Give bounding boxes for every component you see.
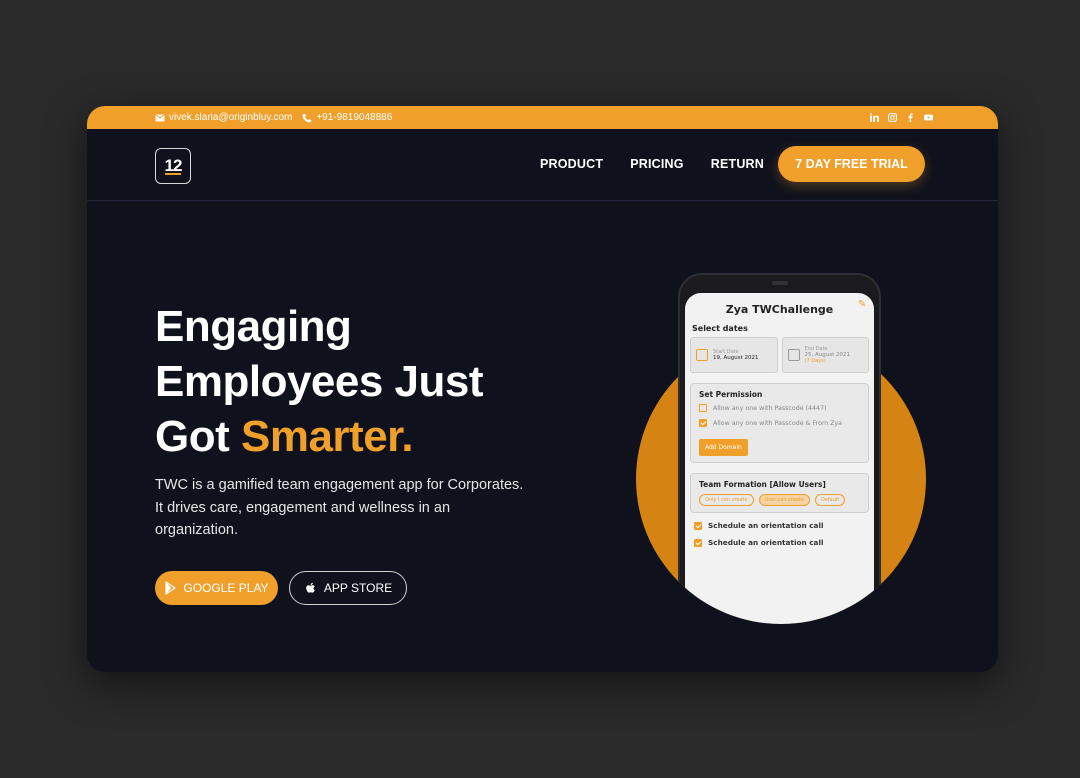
team-formation-title: Team Formation [Allow Users] xyxy=(699,480,826,489)
schedule-option-2[interactable]: Schedule an orientation call xyxy=(694,538,869,547)
pill-only-i-create[interactable]: Only I can create xyxy=(699,494,754,506)
logo-underline xyxy=(165,173,181,175)
google-play-button[interactable]: GOOGLE PLAY xyxy=(155,571,278,605)
start-date-value: 19, August 2021 xyxy=(713,355,759,361)
app-store-button[interactable]: APP STORE xyxy=(289,571,407,605)
challenge-title: Zya TWChallenge xyxy=(725,303,834,316)
brand-logo[interactable]: 12 xyxy=(155,148,191,184)
end-date-field[interactable]: End Date 25, August 2021 (7 Days) xyxy=(781,337,869,373)
youtube-icon[interactable] xyxy=(923,113,933,123)
team-options: Only I can create User can create Defaul… xyxy=(699,494,860,506)
headline-accent: Smarter. xyxy=(240,412,414,461)
social-links xyxy=(869,113,933,123)
top-contact-bar: vivek.slaria@originbluy.com +91-98190488… xyxy=(87,106,998,129)
end-date-note: (7 Days) xyxy=(804,358,826,364)
permission-option-1-label: Allow any one with Passcode (4447) xyxy=(713,404,827,412)
phone-icon xyxy=(302,113,312,122)
facebook-icon[interactable] xyxy=(905,113,915,123)
nav-product[interactable]: PRODUCT xyxy=(540,157,603,171)
pill-default[interactable]: Default xyxy=(815,494,846,506)
start-date-field[interactable]: Start Date 19, August 2021 xyxy=(690,337,778,373)
pill-user-create[interactable]: User can create xyxy=(758,494,810,506)
add-domain-button[interactable]: Add Domain xyxy=(699,439,748,456)
checkbox-checked[interactable] xyxy=(694,538,702,547)
permission-title: Set Permission xyxy=(699,390,763,399)
phone-speaker xyxy=(772,281,788,285)
permission-option-2-label: Allow any one with Passcode & From Zya xyxy=(713,419,843,427)
hero-headline: Engaging Employees Just Got Smarter. xyxy=(155,299,484,464)
checkbox-checked[interactable] xyxy=(699,419,707,427)
schedule-label-1: Schedule an orientation call xyxy=(708,521,824,530)
linkedin-icon[interactable] xyxy=(869,113,879,123)
headline-line-2: Employees Just xyxy=(155,357,484,406)
google-play-icon xyxy=(165,581,177,595)
calendar-icon xyxy=(787,349,800,361)
google-play-label: GOOGLE PLAY xyxy=(183,581,269,595)
team-formation-card: Team Formation [Allow Users] Only I can … xyxy=(690,473,869,513)
permission-option-1[interactable]: Allow any one with Passcode (4447) xyxy=(699,404,860,412)
free-trial-button[interactable]: 7 DAY FREE TRIAL xyxy=(778,146,925,182)
date-pickers: Start Date 19, August 2021 End Date 25, … xyxy=(690,337,869,373)
headline-line-1: Engaging xyxy=(155,302,352,351)
hero-description: TWC is a gamified team engagement app fo… xyxy=(155,477,524,538)
apple-icon xyxy=(306,582,315,593)
permission-option-2[interactable]: Allow any one with Passcode & From Zya xyxy=(699,419,860,427)
email-contact[interactable]: vivek.slaria@originbluy.com xyxy=(155,112,292,123)
permission-card: Set Permission Allow any one with Passco… xyxy=(690,383,869,463)
select-dates-label: Select dates xyxy=(692,324,748,333)
phone-mockup: Zya TWChallenge ✎ Select dates Start Dat… xyxy=(678,273,881,624)
headline-line-3: Got xyxy=(155,412,241,461)
phone-mockup-area: Zya TWChallenge ✎ Select dates Start Dat… xyxy=(636,256,926,624)
email-text: vivek.slaria@originbluy.com xyxy=(169,112,293,123)
schedule-label-2: Schedule an orientation call xyxy=(708,538,824,547)
phone-screen: Zya TWChallenge ✎ Select dates Start Dat… xyxy=(685,293,874,624)
checkbox-checked[interactable] xyxy=(694,521,702,530)
checkbox[interactable] xyxy=(699,404,707,412)
navbar: 12 PRODUCT PRICING RETURN 7 DAY FREE TRI… xyxy=(87,129,998,201)
calendar-icon xyxy=(696,349,708,361)
nav-pricing[interactable]: PRICING xyxy=(630,157,684,171)
nav-links: PRODUCT PRICING RETURN xyxy=(540,157,764,171)
landing-page-frame: vivek.slaria@originbluy.com +91-98190488… xyxy=(87,106,998,672)
phone-text: +91-9819048886 xyxy=(316,112,393,123)
mail-icon xyxy=(155,114,165,121)
nav-return[interactable]: RETURN xyxy=(711,157,764,171)
phone-contact[interactable]: +91-9819048886 xyxy=(302,112,392,123)
schedule-option-1[interactable]: Schedule an orientation call xyxy=(694,521,869,530)
app-store-label: APP STORE xyxy=(323,581,393,595)
edit-icon[interactable]: ✎ xyxy=(858,299,868,310)
instagram-icon[interactable] xyxy=(887,113,897,123)
